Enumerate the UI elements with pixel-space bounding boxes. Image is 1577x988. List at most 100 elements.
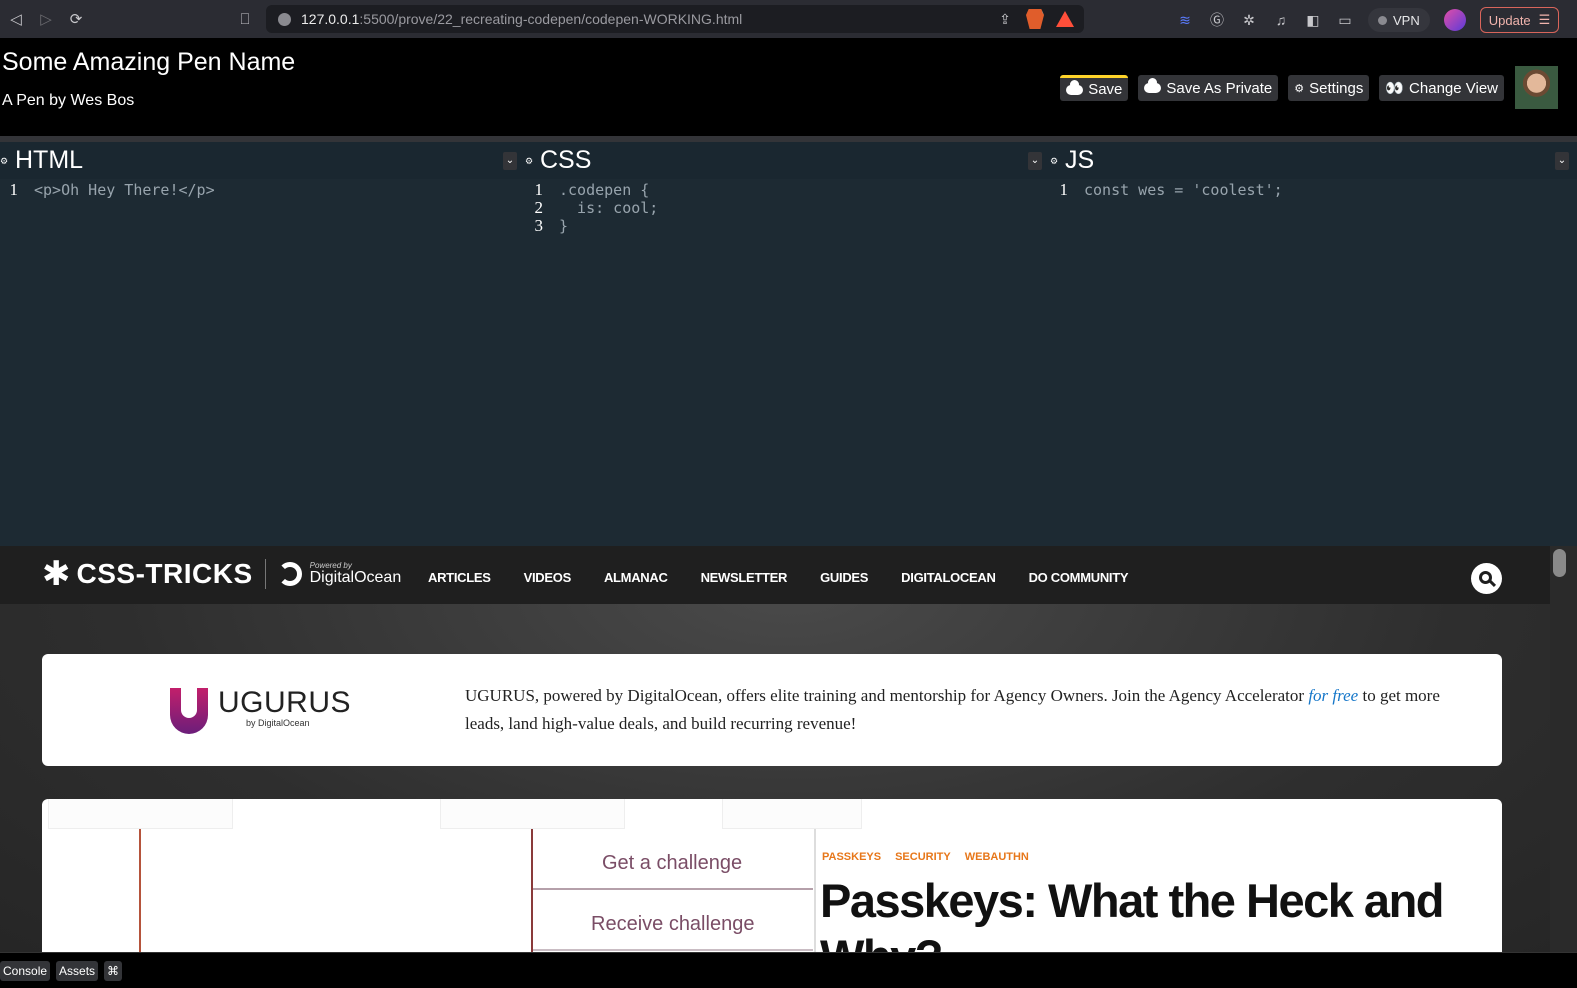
nav-link-digitalocean[interactable]: DIGITALOCEAN xyxy=(901,570,996,585)
extensions-puzzle-icon[interactable]: ✲ xyxy=(1240,11,1258,29)
site-info-icon[interactable] xyxy=(278,12,291,26)
gear-icon[interactable]: ⚙ xyxy=(525,156,535,166)
ugurus-mark-icon xyxy=(170,688,208,734)
sidebar-icon[interactable]: ◧ xyxy=(1304,11,1322,29)
site-logo[interactable]: ✱ CSS-TRICKS Powered by DigitalOcean xyxy=(42,557,402,591)
vpn-button[interactable]: VPN xyxy=(1368,8,1430,32)
code-line[interactable]: .codepen { xyxy=(543,181,649,199)
console-button[interactable]: Console xyxy=(0,960,51,981)
header-actions: Save Save As Private ⚙ Settings 👀 Change V… xyxy=(1060,75,1504,101)
article-card[interactable]: Get a challenge Receive challenge PASSKE… xyxy=(42,799,1502,952)
back-icon[interactable]: ◁ xyxy=(2,5,30,33)
code-line[interactable]: <p>Oh Hey There!</p> xyxy=(18,181,215,199)
eyes-icon: 👀 xyxy=(1385,80,1405,97)
brave-rewards-icon[interactable] xyxy=(1056,11,1074,27)
save-private-button[interactable]: Save As Private xyxy=(1138,75,1279,101)
chevron-down-icon[interactable]: ⌄ xyxy=(1028,152,1042,170)
digitalocean-icon xyxy=(277,562,302,586)
nav-link-newsletter[interactable]: NEWSLETTER xyxy=(701,570,788,585)
save-label: Save xyxy=(1088,81,1123,98)
editor-header: ⚙ JS ⌄ xyxy=(1050,142,1577,179)
nav-link-articles[interactable]: ARTICLES xyxy=(428,570,491,585)
assets-button[interactable]: Assets xyxy=(56,960,99,981)
wallet-icon[interactable]: ▭ xyxy=(1336,11,1354,29)
editor-js[interactable]: ⚙ JS ⌄ 1 const wes = 'coolest'; xyxy=(1050,142,1577,546)
bookmark-icon[interactable]: ⎕ xyxy=(231,5,259,33)
extension-wave-icon[interactable]: ≋ xyxy=(1176,11,1194,29)
ugurus-brand: UGURUS xyxy=(218,686,352,719)
code-area[interactable]: 1 .codepen { 2 is: cool; 3} xyxy=(525,179,1050,236)
for-free-link[interactable]: for free xyxy=(1308,686,1358,705)
editor-title: HTML xyxy=(15,146,84,174)
shortcuts-button[interactable]: ⌘ xyxy=(104,960,123,981)
change-view-label: Change View xyxy=(1409,79,1498,97)
forward-icon[interactable]: ▷ xyxy=(32,5,60,33)
editor-html[interactable]: ⚙ HTML ⌄ 1 <p>Oh Hey There!</p> xyxy=(0,142,525,546)
gear-icon[interactable]: ⚙ xyxy=(1050,156,1060,166)
media-icon[interactable]: ♫ xyxy=(1272,11,1290,29)
tag-link[interactable]: PASSKEYS xyxy=(822,851,881,863)
save-button[interactable]: Save xyxy=(1060,75,1129,101)
change-view-button[interactable]: 👀 Change View xyxy=(1379,75,1504,101)
sponsor-copy: UGURUS, powered by DigitalOcean, offers … xyxy=(465,682,1465,738)
editor-title: CSS xyxy=(540,146,592,174)
nav-link-do-community[interactable]: DO COMMUNITY xyxy=(1029,570,1129,585)
sponsor-copy-start: UGURUS, powered by DigitalOcean, offers … xyxy=(465,686,1309,705)
update-button[interactable]: Update ☰ xyxy=(1479,7,1560,33)
gear-icon[interactable]: ⚙ xyxy=(0,156,10,166)
site-name: CSS-TRICKS xyxy=(76,558,253,589)
article-tags: PASSKEYS SECURITY WEBAUTHN xyxy=(822,851,1029,863)
search-button[interactable] xyxy=(1471,563,1502,594)
diagram-arrow xyxy=(533,949,813,951)
editor-header: ⚙ HTML ⌄ xyxy=(0,142,525,179)
pen-author: A Pen by Wes Bos xyxy=(2,92,135,109)
settings-button[interactable]: ⚙ Settings xyxy=(1288,75,1370,101)
diagram-label: Receive challenge xyxy=(591,913,755,935)
tag-link[interactable]: WEBAUTHN xyxy=(965,851,1029,863)
nav-link-guides[interactable]: GUIDES xyxy=(820,570,868,585)
preview-frame[interactable]: ✱ CSS-TRICKS Powered by DigitalOcean ART… xyxy=(0,546,1577,952)
share-icon[interactable]: ⇪ xyxy=(996,10,1014,28)
tag-link[interactable]: SECURITY xyxy=(895,851,951,863)
preview-scrollbar[interactable] xyxy=(1550,546,1577,952)
diagram-box xyxy=(722,799,862,829)
menu-icon: ☰ xyxy=(1538,12,1551,27)
diagram-box xyxy=(440,799,625,829)
url-path: :5500/prove/22_recreating-codepen/codepe… xyxy=(359,11,743,27)
avatar[interactable] xyxy=(1515,66,1558,109)
editor-title: JS xyxy=(1065,146,1095,174)
logo-divider xyxy=(264,559,266,589)
nav-link-almanac[interactable]: ALMANAC xyxy=(604,570,668,585)
ugurus-by: by DigitalOcean xyxy=(246,718,310,728)
chevron-down-icon[interactable]: ⌄ xyxy=(1555,152,1569,170)
extension-g-icon[interactable]: Ⓖ xyxy=(1208,11,1226,29)
article-title[interactable]: Passkeys: What the Heck and Why? xyxy=(820,873,1460,952)
code-area[interactable]: 1 <p>Oh Hey There!</p> xyxy=(0,179,525,200)
diagram-box xyxy=(48,799,233,829)
diagram-arrow xyxy=(533,888,813,890)
chevron-down-icon[interactable]: ⌄ xyxy=(503,152,517,170)
pen-header: Some Amazing Pen Name A Pen by Wes Bos S… xyxy=(0,38,1577,136)
diagram-lifeline xyxy=(531,829,533,952)
address-bar[interactable]: 127.0.0.1:5500/prove/22_recreating-codep… xyxy=(266,5,1084,33)
gear-icon: ⚙ xyxy=(1294,82,1305,95)
update-label: Update xyxy=(1488,12,1531,28)
code-line[interactable]: } xyxy=(543,217,568,235)
brave-shields-icon[interactable]: 6 xyxy=(1026,9,1044,29)
code-area[interactable]: 1 const wes = 'coolest'; xyxy=(1050,179,1577,200)
line-number: 2 xyxy=(534,198,544,217)
search-icon xyxy=(1479,571,1492,584)
sponsor-card[interactable]: UGURUS by DigitalOcean UGURUS, powered b… xyxy=(42,654,1502,766)
nav-link-videos[interactable]: VIDEOS xyxy=(524,570,572,585)
scrollbar-thumb[interactable] xyxy=(1553,549,1566,577)
code-line[interactable]: const wes = 'coolest'; xyxy=(1068,181,1283,199)
line-number: 1 xyxy=(9,180,19,199)
digitalocean-label: DigitalOcean xyxy=(309,569,402,586)
settings-label: Settings xyxy=(1309,79,1364,97)
code-line[interactable]: is: cool; xyxy=(543,199,658,217)
profile-icon[interactable] xyxy=(1443,9,1466,31)
editor-css[interactable]: ⚙ CSS ⌄ 1 .codepen { 2 is: cool; 3} xyxy=(525,142,1050,546)
diagram-lifeline xyxy=(139,829,141,952)
reload-icon[interactable]: ⟳ xyxy=(62,5,90,33)
ugurus-logo[interactable]: UGURUS by DigitalOcean xyxy=(170,688,351,734)
